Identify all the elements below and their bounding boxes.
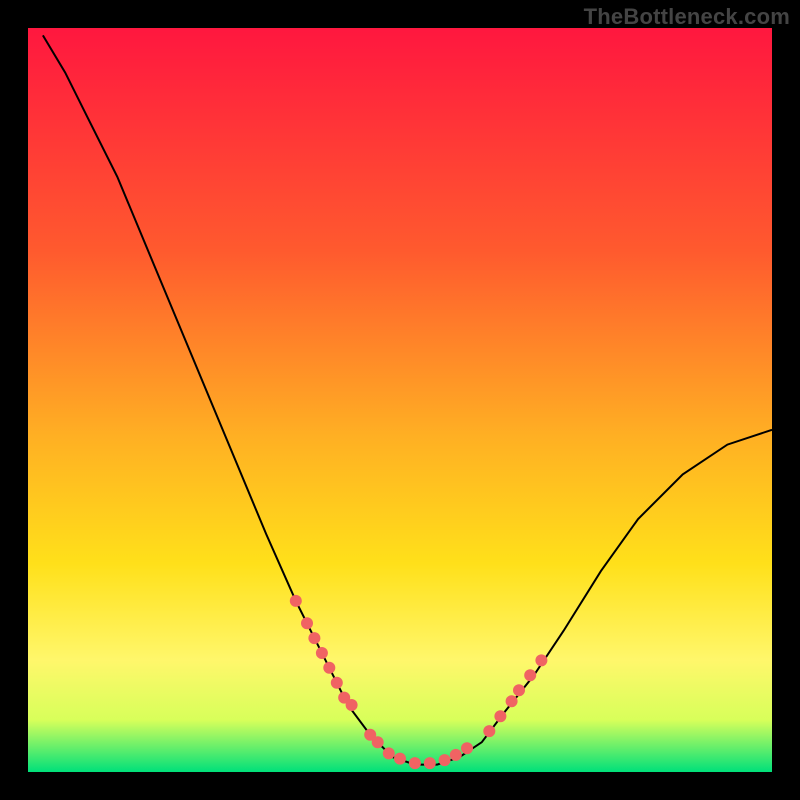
data-marker	[535, 654, 547, 666]
data-marker	[331, 677, 343, 689]
data-marker	[308, 632, 320, 644]
data-marker	[483, 725, 495, 737]
data-marker	[494, 710, 506, 722]
data-marker	[506, 695, 518, 707]
chart-svg	[28, 28, 772, 772]
site-attribution: TheBottleneck.com	[584, 4, 790, 30]
data-marker	[394, 753, 406, 765]
data-marker	[424, 757, 436, 769]
data-marker	[513, 684, 525, 696]
chart-container: TheBottleneck.com	[0, 0, 800, 800]
data-marker	[301, 617, 313, 629]
data-marker	[346, 699, 358, 711]
data-marker	[524, 669, 536, 681]
plot-area	[28, 28, 772, 772]
data-marker	[409, 757, 421, 769]
data-marker	[372, 736, 384, 748]
data-marker	[439, 754, 451, 766]
data-marker	[323, 662, 335, 674]
data-marker	[461, 742, 473, 754]
data-marker	[383, 747, 395, 759]
data-marker	[450, 749, 462, 761]
data-marker	[290, 595, 302, 607]
data-marker	[316, 647, 328, 659]
gradient-background	[28, 28, 772, 772]
